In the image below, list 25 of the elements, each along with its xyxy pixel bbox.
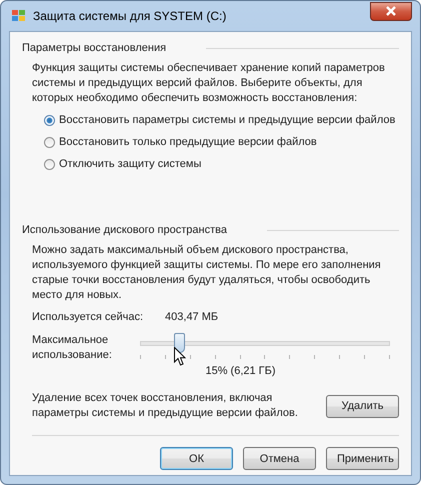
dialog-button[interactable]: Отмена — [243, 447, 316, 470]
radio-button[interactable] — [44, 114, 55, 126]
max-usage-label: Максимальное использование: — [32, 333, 113, 363]
max-usage-reading: 15% (6,21 ГБ) — [205, 365, 276, 377]
description-text: Функция защиты системы обеспечивает хранение копий параметров системы и предыдущих версий файлов. Выберите объекты, для которых необходимо обеспечить возможность восстановления: — [32, 61, 386, 106]
dialog-button[interactable]: Применить — [326, 447, 399, 470]
radio-button[interactable] — [44, 158, 55, 170]
delete-button[interactable]: Удалить — [326, 394, 399, 418]
slider-thumb[interactable] — [174, 333, 186, 353]
dialog-button[interactable]: ОК — [160, 447, 233, 470]
radio-label[interactable]: Отключить защиту системы — [59, 158, 202, 170]
radio-button[interactable] — [44, 136, 55, 148]
windows-logo-icon — [11, 8, 27, 24]
description-text: Можно задать максимальный объем дискового пространства, используемого функцией защиты системы. По мере его заполнения старые точки восстановления будут удаляться, чтобы освободить место для новых. — [32, 243, 382, 303]
delete-description: Удаление всех точек восстановления, включая параметры системы и предыдущие версии файлов. — [32, 391, 299, 421]
radio-label[interactable]: Восстановить только предыдущие версии файлов — [59, 136, 317, 148]
group-heading: Использование дискового пространства — [22, 224, 227, 236]
window-title: Защита системы для SYSTEM (C:) — [33, 9, 228, 23]
group-heading: Параметры восстановления — [22, 42, 166, 54]
close-button[interactable] — [370, 2, 412, 20]
close-icon — [386, 6, 396, 16]
usage-value: 403,47 МБ — [165, 311, 218, 323]
radio-label[interactable]: Восстановить параметры системы и предыдущие версии файлов — [59, 114, 396, 126]
cursor-icon — [174, 347, 186, 366]
usage-label: Используется сейчас: — [32, 311, 144, 323]
